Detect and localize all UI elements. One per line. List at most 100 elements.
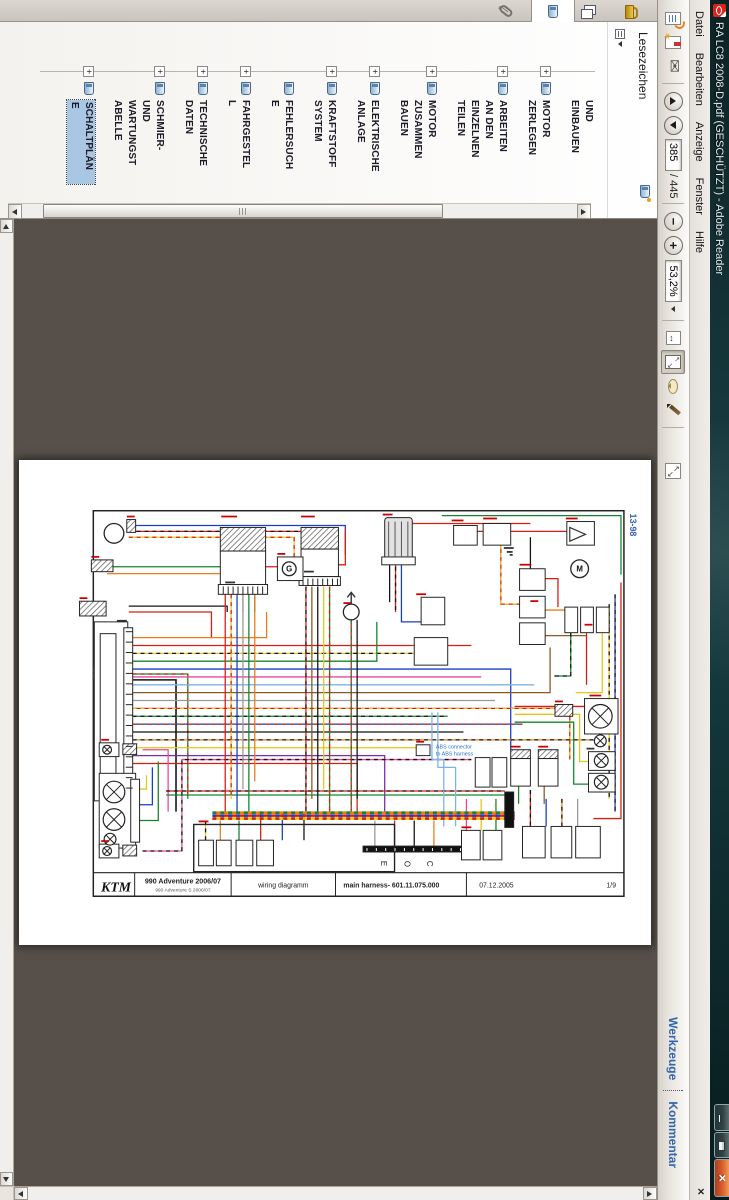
toolbar-separator	[663, 203, 685, 204]
doc-scroll-up-button[interactable]	[643, 1187, 657, 1200]
expand-icon[interactable]: +	[497, 66, 508, 77]
bookmark-item[interactable]: + TECHNISCHEDATEN	[181, 22, 209, 203]
scroll-down-button[interactable]	[8, 204, 22, 219]
pages-icon	[584, 5, 597, 18]
page-number-input[interactable]	[665, 139, 682, 171]
bookmark-icon	[198, 82, 208, 95]
page-down-icon	[671, 121, 677, 129]
zoom-out-button[interactable]: −	[662, 209, 686, 233]
expand-icon[interactable]: +	[369, 66, 380, 77]
fullscreen-button[interactable]: ↖↘	[662, 459, 686, 483]
bookmark-label: MOTORZUSAMMENBAUEN	[396, 100, 438, 192]
drawing-type: wiring diagramm	[258, 882, 310, 889]
model-subtitle: 990 Adventure S 2006/07	[156, 887, 212, 893]
expand-icon[interactable]: +	[326, 66, 337, 77]
panel-header: Lesezeichen	[631, 22, 657, 218]
bookmark-label: SCHALTPLÄNE	[67, 100, 95, 184]
zoom-dropdown-button[interactable]	[665, 302, 682, 315]
minus-icon: −	[668, 218, 681, 226]
bookmark-label: KRAFTSTOFFSYSTEM	[310, 100, 338, 192]
fit-page-button[interactable]: ↖↘	[662, 350, 686, 374]
bookmark-label: TECHNISCHEDATEN	[181, 100, 209, 192]
export-pdf-button[interactable]: ✶	[662, 30, 686, 54]
bookmark-item[interactable]: +SCHMIER-UNDWARTUNGSTABELLE	[110, 22, 166, 203]
pen-icon	[667, 403, 681, 417]
window-titlebar: RA LC8 2008-D.pdf (GESCHÜTZT) - Adobe Re…	[710, 0, 729, 1200]
comment-button[interactable]	[662, 374, 686, 398]
close-button[interactable]: ×	[714, 1159, 729, 1197]
doc-scroll-down-button[interactable]	[14, 1187, 28, 1200]
scroll-mode-button[interactable]: ↔	[662, 326, 686, 350]
tab-kommentar[interactable]: Kommentar	[667, 1091, 681, 1178]
comment-balloon-icon	[669, 379, 679, 394]
connector-letter-c: C	[426, 860, 435, 866]
maximize-button[interactable]	[714, 1132, 729, 1158]
bookmark-icon	[284, 82, 294, 95]
bookmark-badge	[647, 198, 651, 202]
doc-vertical-scrollbar[interactable]	[14, 1186, 657, 1200]
bookmark-icon	[541, 82, 551, 95]
zoom-level-value: 53,2%	[668, 265, 680, 296]
bookmark-item[interactable]: + MOTORZUSAMMENBAUEN	[396, 22, 438, 203]
close-document-button[interactable]: ×	[695, 1188, 707, 1195]
previous-page-button[interactable]	[662, 89, 686, 113]
menu-item-anzeige[interactable]: Anzeige	[690, 114, 708, 170]
bookmarks-panel-button[interactable]	[531, 0, 575, 23]
bookmark-icon	[155, 82, 165, 95]
bookmark-item[interactable]: + KRAFTSTOFFSYSTEM	[310, 22, 338, 203]
scroll-up-button[interactable]	[577, 204, 591, 219]
bookmark-item[interactable]: +ARBEITENAN DENEINZELNENTEILEN	[453, 22, 509, 203]
bookmark-icon	[370, 82, 380, 95]
doc-horizontal-scrollbar[interactable]	[0, 219, 14, 1186]
bookmark-label: FAHRGESTELL	[224, 100, 252, 192]
bookmark-item[interactable]: +MOTORAUSBAUENUNDEINBAUEN	[567, 22, 595, 203]
model-title: 990 Adventure 2006/07	[145, 877, 221, 885]
bookmark-icon	[427, 82, 437, 95]
bookmark-item[interactable]: FEHLERSUCHE	[267, 22, 295, 203]
pages-panel-button[interactable]	[573, 0, 607, 22]
chevron-down-icon	[618, 41, 622, 47]
menu-item-datei[interactable]: Datei	[690, 3, 708, 45]
tab-werkzeuge[interactable]: Werkzeuge	[667, 1007, 681, 1090]
expand-icon[interactable]: +	[426, 66, 437, 77]
doc-scroll-left-button[interactable]	[0, 219, 13, 233]
bookmark-item[interactable]: + SCHALTPLÄNE	[67, 22, 95, 203]
zoom-in-button[interactable]: +	[662, 233, 686, 257]
menu-item-fenster[interactable]: Fenster	[690, 170, 708, 223]
panel-scrollbar[interactable]	[8, 203, 591, 218]
security-panel-button[interactable]	[615, 0, 649, 22]
star-icon: ✶	[662, 32, 672, 40]
paperclip-icon	[498, 4, 514, 19]
create-pdf-button[interactable]	[662, 6, 686, 30]
bookmark-item[interactable]: + FAHRGESTELL	[224, 22, 252, 203]
minimize-button[interactable]	[714, 1104, 729, 1131]
email-button[interactable]: ✉	[662, 54, 686, 78]
expand-icon[interactable]: +	[197, 66, 208, 77]
menu-item-hilfe[interactable]: Hilfe	[690, 223, 708, 261]
bookmark-icon	[498, 82, 508, 95]
current-bookmark-icon[interactable]	[640, 185, 650, 198]
doc-scroll-right-button[interactable]	[0, 1172, 13, 1186]
bookmark-list-container: +MOTORAUSBAUENUNDEINBAUEN+MOTORZERLEGEN+…	[0, 22, 595, 203]
next-page-button[interactable]	[662, 113, 686, 137]
bookmark-item[interactable]: +MOTORZERLEGEN	[524, 22, 552, 203]
expand-icon[interactable]: +	[240, 66, 251, 77]
titlebar-sheen	[710, 420, 729, 680]
panel-options-button[interactable]	[611, 29, 629, 53]
harness-number: main harness- 601.11.075.000	[344, 882, 440, 889]
sign-button[interactable]	[662, 398, 686, 422]
bookmark-item[interactable]: +ELEKTRISCHEANLAGE	[353, 22, 381, 203]
scroll-thumb[interactable]	[43, 204, 443, 218]
expand-icon[interactable]: +	[540, 66, 551, 77]
expand-icon[interactable]: +	[83, 66, 94, 77]
attachments-panel-button[interactable]	[489, 0, 523, 22]
arrow-down-icon	[13, 209, 18, 215]
document-area[interactable]: GM KTM 990 Adventure 2006/07 990 Adventu…	[0, 219, 657, 1200]
panel-tab-bar: WerkzeugeKommentar	[658, 1007, 689, 1178]
sheet-number: 1/9	[607, 882, 617, 889]
zoom-level-box[interactable]: 53,2%	[665, 260, 682, 302]
bookmark-icon	[241, 82, 251, 95]
window-title: RA LC8 2008-D.pdf (GESCHÜTZT) - Adobe Re…	[714, 22, 726, 275]
expand-icon[interactable]: +	[154, 66, 165, 77]
menu-item-bearbeiten[interactable]: Bearbeiten	[690, 45, 708, 114]
